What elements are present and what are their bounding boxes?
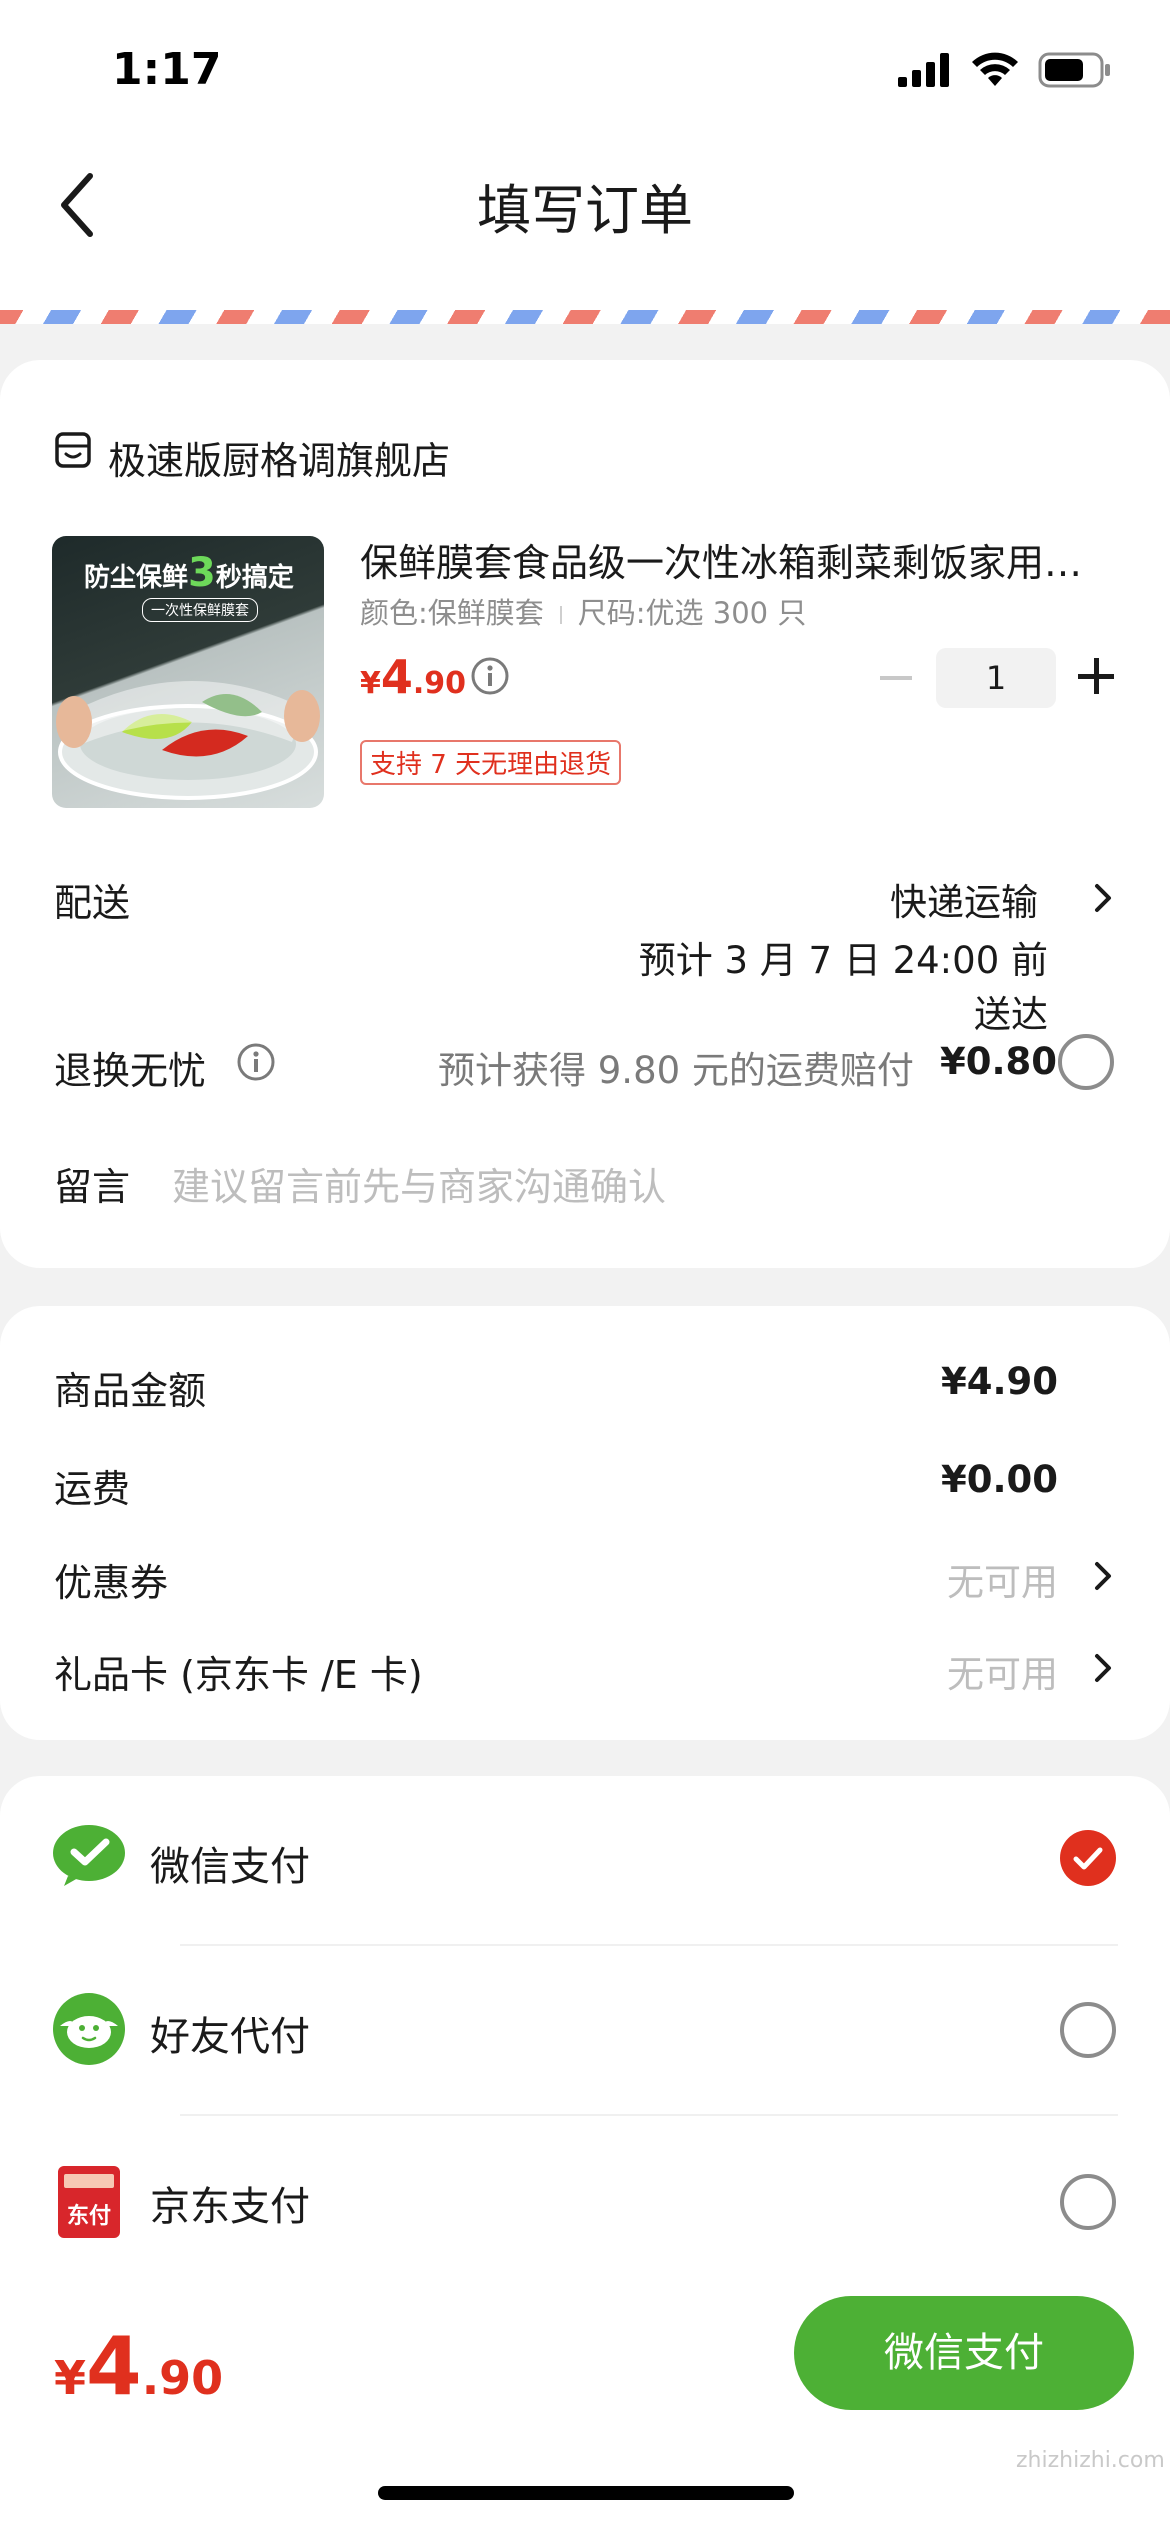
coupon-chevron-icon[interactable] [1090, 1556, 1116, 1596]
price-info-icon[interactable] [470, 656, 510, 696]
delivery-method[interactable]: 快递运输 [890, 872, 1038, 926]
submit-pay-button[interactable]: 微信支付 [794, 2296, 1134, 2410]
battery-icon [1038, 52, 1110, 88]
return-info-icon[interactable] [236, 1042, 276, 1082]
payment-option-friend-label[interactable]: 好友代付 [150, 2004, 310, 2062]
checkmark-icon [1073, 1847, 1103, 1870]
jd-pay-icon-text: 东付 [66, 2204, 111, 2229]
product-price-decimal: .90 [412, 666, 467, 701]
payment-option-jd-label[interactable]: 京东支付 [150, 2174, 310, 2232]
message-input[interactable]: 建议留言前先与商家沟通确认 [172, 1156, 1072, 1211]
product-title[interactable]: 保鲜膜套食品级一次性冰箱剩菜剩饭家用… [360, 532, 1120, 587]
total-price: ¥4.90 [54, 2320, 223, 2413]
quantity-input[interactable]: 1 [936, 648, 1056, 708]
product-price: ¥4.90 [360, 650, 466, 704]
home-indicator[interactable] [378, 2486, 794, 2500]
page-title: 填写订单 [477, 179, 693, 242]
product-price-integer: 4 [380, 650, 413, 704]
cellular-signal-icon [898, 53, 949, 87]
payment-option-jd-radio[interactable] [1060, 2174, 1116, 2230]
goods-amount-value: ¥4.90 [940, 1360, 1058, 1403]
return-worry-free-label: 退换无忧 [54, 1049, 207, 1093]
jd-pay-icon: 东付 [58, 2166, 120, 2238]
shipping-label: 运费 [54, 1467, 131, 1511]
coupon-value[interactable]: 无可用 [900, 1552, 1058, 1606]
product-image-headline: 防尘保鲜3秒搞定 [84, 550, 294, 596]
gift-card-label: 礼品卡 (京东卡 /E 卡) [54, 1653, 423, 1697]
return-worry-free-radio[interactable] [1058, 1034, 1114, 1090]
status-icons [898, 52, 1112, 88]
status-time: 1:17 [112, 44, 222, 95]
delivery-label: 配送 [54, 881, 131, 925]
delivery-chevron-icon[interactable] [1090, 878, 1116, 918]
payment-option-wechat-radio[interactable] [1060, 1830, 1116, 1886]
return-worry-free-price: ¥0.80 [940, 1040, 1058, 1083]
coupon-label: 优惠券 [54, 1561, 169, 1605]
return-compensation-desc: 预计获得 9.80 元的运费赔付 [438, 1049, 914, 1092]
payment-divider [180, 2114, 1118, 2116]
quantity-decrease-button[interactable] [880, 676, 912, 680]
shipping-value: ¥0.00 [940, 1458, 1058, 1501]
goods-amount-label: 商品金额 [54, 1369, 207, 1413]
product-image-headline-a: 防尘保鲜 [84, 563, 189, 593]
product-photo [56, 680, 320, 800]
product-image-headline-b: 秒搞定 [215, 563, 294, 593]
product-spec-size: 尺码:优选 300 只 [577, 596, 807, 630]
total-price-integer: 4 [86, 2320, 142, 2413]
jd-pay-icon-band [64, 2174, 114, 2188]
total-price-decimal: .90 [141, 2351, 224, 2405]
product-image-headline-num: 3 [188, 550, 216, 596]
gift-card-value[interactable]: 无可用 [900, 1644, 1058, 1698]
product-spec[interactable]: 颜色:保鲜膜套 尺码:优选 300 只 [360, 590, 806, 632]
payment-divider [180, 1944, 1118, 1946]
payment-option-friend-radio[interactable] [1060, 2002, 1116, 2058]
product-spec-color: 颜色:保鲜膜套 [360, 596, 544, 630]
wechat-pay-icon [53, 1825, 125, 1886]
shop-name[interactable]: 极速版厨格调旗舰店 [108, 430, 450, 485]
gift-card-chevron-icon[interactable] [1090, 1648, 1116, 1688]
payment-option-wechat-label[interactable]: 微信支付 [150, 1834, 310, 1892]
return-policy-tag: 支持 7 天无理由退货 [360, 740, 622, 785]
address-envelope-stripe [0, 310, 1170, 324]
shop-icon [55, 432, 91, 468]
order-item-card [0, 360, 1170, 1268]
wifi-icon [972, 52, 1018, 86]
spec-divider [559, 606, 562, 624]
friend-pay-icon [53, 1993, 125, 2065]
delivery-eta: 预计 3 月 7 日 24:00 前送达 [638, 939, 1048, 1036]
product-price-currency: ¥ [360, 666, 381, 701]
quantity-increase-button[interactable] [1078, 658, 1114, 694]
product-image-subtitle: 一次性保鲜膜套 [142, 598, 258, 622]
message-label: 留言 [54, 1165, 131, 1209]
product-image[interactable]: 防尘保鲜3秒搞定 一次性保鲜膜套 [52, 536, 324, 808]
total-price-currency: ¥ [54, 2351, 87, 2405]
watermark: zhizhizhi.com [1016, 2448, 1165, 2473]
